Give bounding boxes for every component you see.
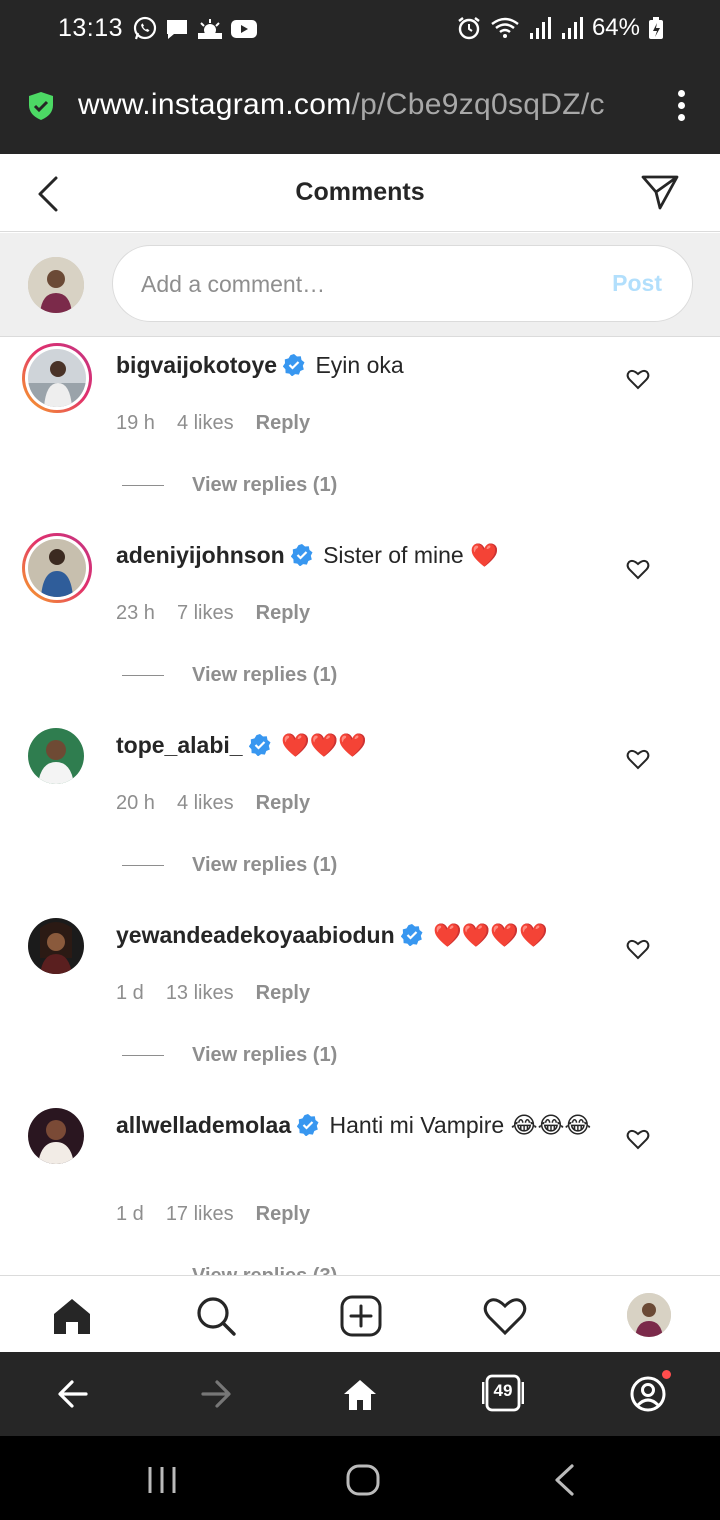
- system-nav-bar: [0, 1436, 720, 1520]
- recent-apps-icon[interactable]: [146, 1465, 178, 1495]
- status-time: 13:13: [58, 14, 124, 42]
- system-home-icon[interactable]: [346, 1464, 380, 1496]
- comment-username[interactable]: tope_alabi_: [116, 732, 243, 758]
- comments-header: Comments: [0, 154, 720, 232]
- browser-toolbar: 49: [0, 1352, 720, 1436]
- comment-text: Eyin oka: [315, 352, 404, 378]
- post-button[interactable]: Post: [612, 270, 662, 297]
- comment-text: Hanti mi Vampire 😂😂😂: [329, 1112, 592, 1138]
- view-replies-button[interactable]: View replies (1): [122, 854, 337, 877]
- like-heart-icon[interactable]: [626, 367, 650, 391]
- comment-likes[interactable]: 7 likes: [177, 602, 234, 625]
- profile-avatar[interactable]: [627, 1293, 671, 1337]
- avatar[interactable]: [22, 533, 92, 603]
- home-icon[interactable]: [50, 1294, 94, 1338]
- verified-badge-icon: [400, 924, 423, 946]
- browser-home-icon[interactable]: [342, 1374, 378, 1414]
- like-heart-icon[interactable]: [626, 747, 650, 771]
- like-heart-icon[interactable]: [626, 937, 650, 961]
- like-heart-icon[interactable]: [626, 557, 650, 581]
- comment-input[interactable]: [141, 268, 591, 300]
- tabs-button[interactable]: 49: [481, 1374, 525, 1412]
- tabs-count: 49: [493, 1381, 513, 1400]
- comment-time: 19 h: [116, 412, 155, 434]
- comment-time: 20 h: [116, 792, 155, 814]
- signal-icon: [529, 17, 551, 39]
- view-replies-button[interactable]: View replies (1): [122, 664, 337, 687]
- browser-back-icon[interactable]: [56, 1374, 90, 1414]
- search-icon[interactable]: [194, 1294, 238, 1338]
- direct-send-icon[interactable]: [640, 172, 680, 212]
- add-comment-row: Post: [0, 233, 720, 337]
- battery-percent: 64%: [591, 14, 640, 41]
- comment-text: Sister of mine ❤️: [323, 542, 499, 568]
- comment-username[interactable]: yewandeadekoyaabiodun: [116, 922, 395, 948]
- browser-address-bar[interactable]: www.instagram.com/p/Cbe9zq0sqDZ/c: [0, 58, 720, 154]
- view-replies-button[interactable]: View replies (1): [122, 1044, 337, 1067]
- comment-time: 23 h: [116, 602, 155, 624]
- message-icon: [167, 20, 187, 39]
- comment-username[interactable]: allwellademolaa: [116, 1112, 291, 1138]
- comment-time: 1 d: [116, 982, 144, 1004]
- comment-time: 1 d: [116, 1203, 144, 1225]
- comment-likes[interactable]: 4 likes: [177, 792, 234, 815]
- comment-likes[interactable]: 17 likes: [166, 1203, 234, 1226]
- page-title: Comments: [295, 178, 425, 206]
- reply-button[interactable]: Reply: [256, 412, 310, 435]
- avatar[interactable]: [22, 343, 92, 413]
- account-icon[interactable]: [630, 1374, 666, 1414]
- reply-button[interactable]: Reply: [256, 1203, 310, 1226]
- wifi-icon: [491, 17, 519, 38]
- system-back-icon[interactable]: [552, 1463, 576, 1497]
- url-text[interactable]: www.instagram.com/p/Cbe9zq0sqDZ/c: [78, 88, 646, 122]
- status-bar: 13:13 64%: [0, 0, 720, 58]
- whatsapp-icon: [133, 16, 157, 40]
- comment-likes[interactable]: 13 likes: [166, 982, 234, 1005]
- activity-heart-icon[interactable]: [483, 1294, 527, 1338]
- comment-likes[interactable]: 4 likes: [177, 412, 234, 435]
- comment-text: ❤️❤️❤️❤️: [433, 922, 548, 948]
- avatar[interactable]: [28, 728, 84, 784]
- browser-forward-icon[interactable]: [199, 1374, 233, 1414]
- weather-icon: [198, 19, 222, 39]
- youtube-icon: [231, 20, 257, 38]
- verified-badge-icon: [283, 354, 305, 376]
- verified-badge-icon: [290, 544, 313, 566]
- avatar: [28, 257, 84, 313]
- verified-badge-icon: [248, 734, 271, 756]
- new-post-icon[interactable]: [339, 1294, 383, 1338]
- reply-button[interactable]: Reply: [256, 792, 310, 815]
- comment-text: ❤️❤️❤️: [280, 732, 367, 758]
- comments-list: bigvaijokotoye Eyin oka 19 h 4 likes Rep…: [0, 338, 720, 1275]
- comment-username[interactable]: bigvaijokotoye: [116, 352, 277, 378]
- comment-input-box[interactable]: Post: [112, 245, 693, 322]
- view-replies-button[interactable]: View replies (3): [122, 1265, 337, 1275]
- bottom-nav: [0, 1275, 720, 1352]
- secure-shield-icon: [29, 92, 53, 120]
- reply-button[interactable]: Reply: [256, 602, 310, 625]
- verified-badge-icon: [297, 1114, 319, 1136]
- avatar[interactable]: [28, 918, 84, 974]
- like-heart-icon[interactable]: [626, 1127, 650, 1151]
- view-replies-button[interactable]: View replies (1): [122, 474, 337, 497]
- battery-icon: [649, 17, 663, 39]
- avatar[interactable]: [28, 1108, 84, 1164]
- comment-username[interactable]: adeniyijohnson: [116, 542, 285, 568]
- notification-dot: [662, 1370, 671, 1379]
- signal-icon: [561, 17, 583, 39]
- browser-menu-icon[interactable]: [678, 90, 686, 121]
- reply-button[interactable]: Reply: [256, 982, 310, 1005]
- alarm-icon: [458, 17, 480, 40]
